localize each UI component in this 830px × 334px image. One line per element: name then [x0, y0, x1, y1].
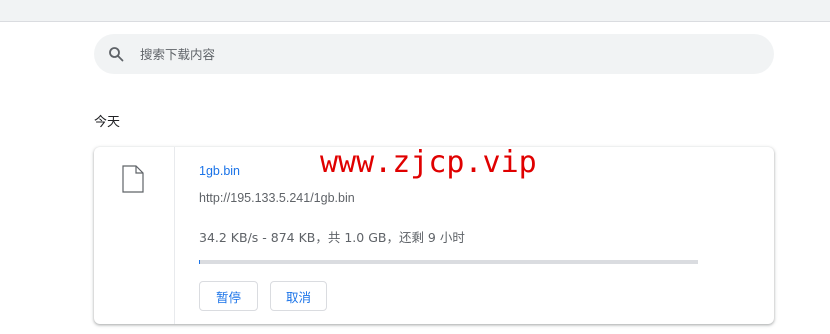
- download-progress-bar: [199, 260, 698, 264]
- download-status-text: 34.2 KB/s - 874 KB，共 1.0 GB，还剩 9 小时: [199, 230, 465, 245]
- download-file-name-link[interactable]: 1gb.bin: [199, 164, 240, 178]
- cancel-button[interactable]: 取消: [270, 281, 327, 311]
- top-toolbar-strip: [0, 0, 830, 22]
- download-icon-column: [94, 147, 175, 324]
- file-icon: [122, 165, 144, 193]
- search-bar[interactable]: [94, 34, 774, 74]
- search-icon[interactable]: [108, 46, 124, 62]
- search-input[interactable]: [140, 42, 700, 66]
- section-title-today: 今天: [94, 115, 121, 130]
- download-source-url[interactable]: http://195.133.5.241/1gb.bin: [199, 191, 355, 205]
- pause-button[interactable]: 暂停: [199, 281, 258, 311]
- watermark-text: www.zjcp.vip: [320, 145, 537, 180]
